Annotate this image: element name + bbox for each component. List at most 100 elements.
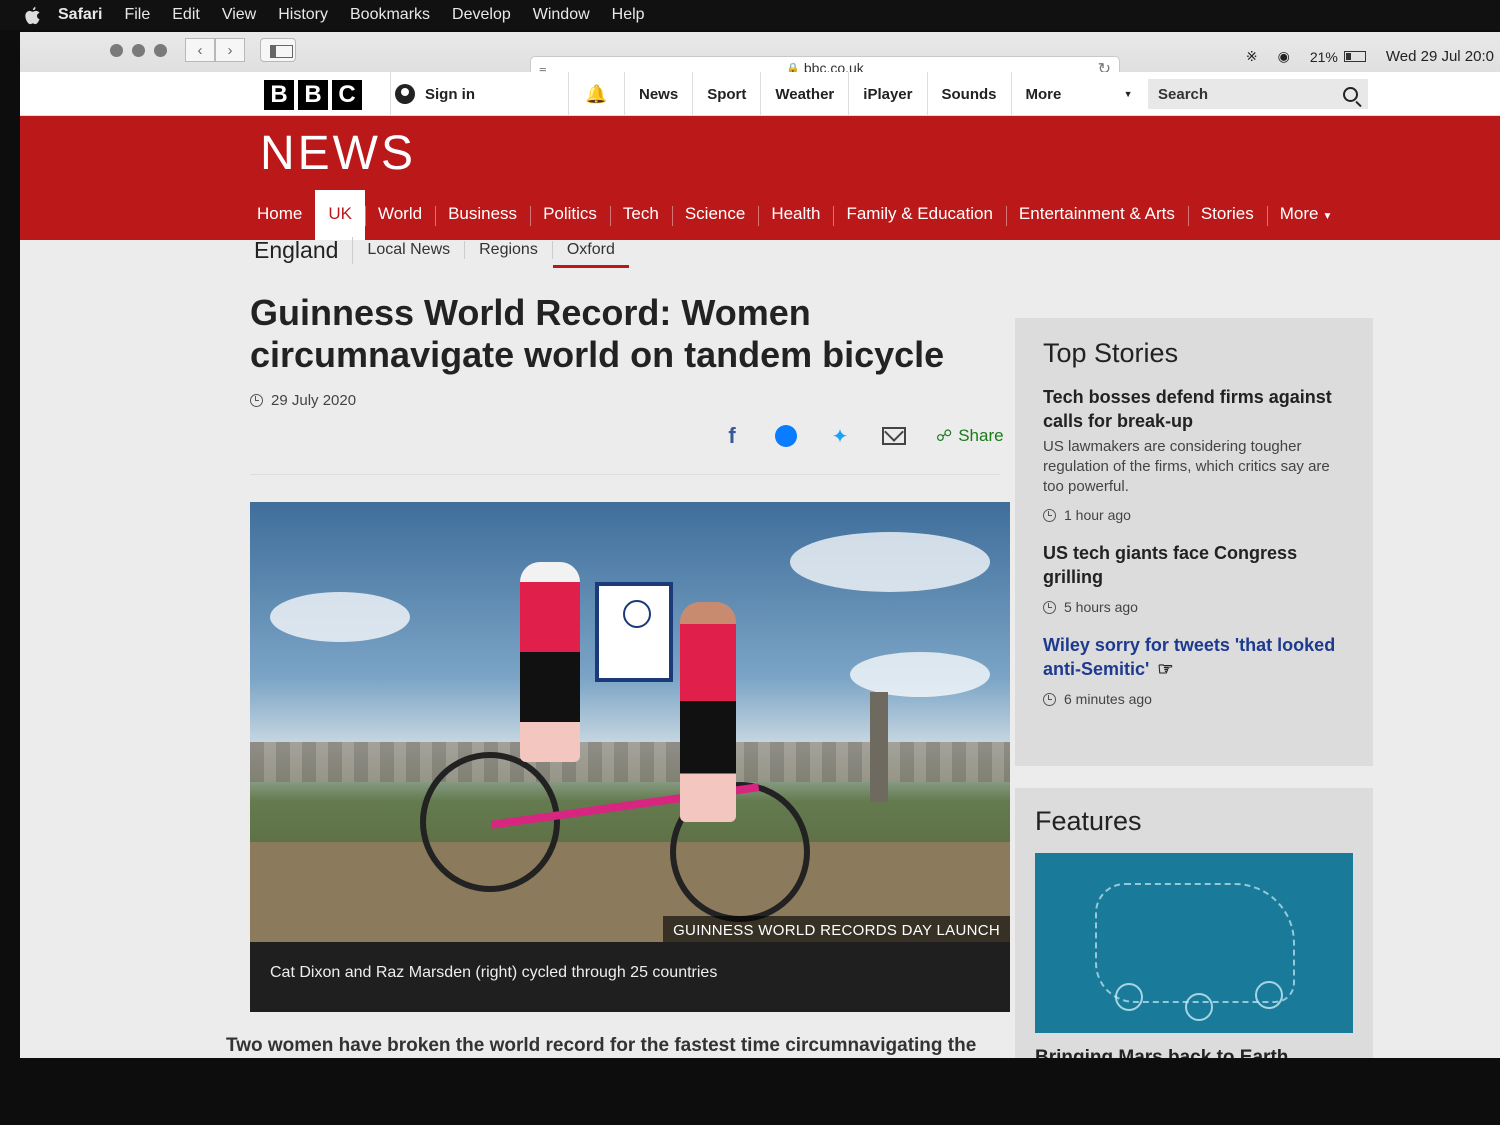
story-time: 6 minutes ago: [1043, 691, 1345, 707]
sign-in-link[interactable]: Sign in: [390, 72, 570, 116]
features-panel: Features Bringing Mars back to Earth: [1015, 788, 1373, 1058]
battery-percent[interactable]: 21%: [1310, 49, 1366, 65]
chevron-down-icon: ▼: [1322, 211, 1333, 222]
story-time: 1 hour ago: [1043, 507, 1345, 523]
story-title-hovered[interactable]: Wiley sorry for tweets 'that looked anti…: [1043, 633, 1345, 681]
bbc-logo[interactable]: B B C: [264, 80, 362, 110]
subnav-oxford[interactable]: Oxford: [552, 241, 629, 268]
forward-icon[interactable]: ›: [215, 38, 245, 62]
history-nav: ‹ ›: [185, 38, 245, 62]
nav-news[interactable]: News: [624, 72, 692, 116]
article-photo[interactable]: GUINNESS WORLD RECORDS DAY LAUNCH: [250, 502, 1010, 942]
email-icon: [882, 427, 906, 445]
subnav-local-news[interactable]: Local News: [353, 241, 466, 259]
story-summary: US lawmakers are considering tougher reg…: [1043, 438, 1330, 495]
nav-more-label: More: [1025, 85, 1062, 103]
wifi-icon[interactable]: ◉: [1278, 48, 1290, 65]
subnav-regions[interactable]: Regions: [465, 241, 553, 259]
email-icon-wrap[interactable]: [882, 424, 906, 448]
nav-weather[interactable]: Weather: [760, 72, 848, 116]
menu-help[interactable]: Help: [612, 6, 645, 24]
apple-icon[interactable]: [20, 5, 44, 25]
search-icon[interactable]: [1343, 86, 1358, 102]
menu-view[interactable]: View: [222, 6, 256, 24]
section-health[interactable]: Health: [758, 190, 833, 240]
photo-cyclist-left: [520, 562, 580, 762]
user-icon: [395, 84, 415, 104]
menu-edit[interactable]: Edit: [172, 6, 200, 24]
clock-icon: [250, 394, 263, 407]
top-story[interactable]: Tech bosses defend firms against calls f…: [1043, 385, 1345, 523]
bbc-logo-letter: B: [298, 80, 328, 110]
top-stories-title: Top Stories: [1043, 338, 1179, 368]
menu-window[interactable]: Window: [533, 6, 590, 24]
news-logo[interactable]: NEWS: [260, 126, 416, 181]
bluetooth-icon[interactable]: ※: [1246, 48, 1258, 65]
section-science[interactable]: Science: [671, 190, 758, 240]
clock-icon: [1043, 508, 1056, 522]
close-window-button[interactable]: [110, 44, 123, 57]
bell-icon[interactable]: 🔔: [568, 72, 624, 116]
story-title-text: Wiley sorry for tweets 'that looked anti…: [1043, 635, 1336, 679]
share-button[interactable]: ☍ Share: [936, 426, 1004, 446]
hand-cursor-icon: ☞: [1157, 659, 1174, 679]
section-more-label: More: [1279, 204, 1319, 223]
feature-title[interactable]: Bringing Mars back to Earth: [1035, 1047, 1353, 1058]
section-stories[interactable]: Stories: [1187, 190, 1267, 240]
clock-datetime[interactable]: Wed 29 Jul 20:0: [1386, 48, 1494, 65]
image-caption: Cat Dixon and Raz Marsden (right) cycled…: [250, 942, 1010, 1012]
top-story[interactable]: Wiley sorry for tweets 'that looked anti…: [1043, 633, 1345, 707]
article-intro: Two women have broken the world record f…: [226, 1035, 977, 1056]
story-time-text: 1 hour ago: [1064, 507, 1131, 523]
window-controls: [110, 44, 167, 57]
menu-bookmarks[interactable]: Bookmarks: [350, 6, 430, 24]
messenger-icon-wrap[interactable]: [774, 424, 798, 448]
menu-develop[interactable]: Develop: [452, 6, 511, 24]
section-more[interactable]: More ▼: [1266, 190, 1346, 240]
story-time: 5 hours ago: [1043, 599, 1345, 615]
nav-sport[interactable]: Sport: [692, 72, 760, 116]
image-credit: GUINNESS WORLD RECORDS DAY LAUNCH: [663, 916, 1010, 942]
menu-history[interactable]: History: [278, 6, 328, 24]
bbc-masthead: B B C Sign in 🔔 News Sport Weather iPlay…: [20, 72, 1500, 116]
photo-chimney: [870, 692, 888, 802]
top-stories-panel: Top Stories Tech bosses defend firms aga…: [1015, 318, 1373, 766]
section-entertainment-arts[interactable]: Entertainment & Arts: [1005, 190, 1188, 240]
clock-icon: [1043, 600, 1056, 614]
nav-iplayer[interactable]: iPlayer: [848, 72, 926, 116]
story-title[interactable]: US tech giants face Congress grilling: [1043, 541, 1345, 589]
features-title: Features: [1035, 806, 1142, 836]
nav-sounds[interactable]: Sounds: [926, 72, 1011, 116]
macos-menu-bar: Safari File Edit View History Bookmarks …: [0, 0, 1500, 30]
top-story[interactable]: US tech giants face Congress grilling 5 …: [1043, 541, 1345, 615]
share-tools: f ✦ ☍ Share: [720, 423, 1004, 448]
zoom-window-button[interactable]: [154, 44, 167, 57]
bbc-top-nav: News Sport Weather iPlayer Sounds More ▼: [624, 72, 1147, 116]
story-title[interactable]: Tech bosses defend firms against calls f…: [1043, 385, 1345, 433]
nav-more[interactable]: More ▼: [1010, 72, 1147, 116]
regional-subnav: England Local News Regions Oxford: [254, 230, 629, 270]
minimize-window-button[interactable]: [132, 44, 145, 57]
facebook-icon[interactable]: f: [720, 423, 744, 448]
search-input[interactable]: Search: [1148, 79, 1368, 109]
feature-image[interactable]: [1035, 853, 1353, 1033]
region-title[interactable]: England: [254, 236, 354, 264]
article-date: 29 July 2020: [250, 392, 1000, 409]
photo-cloud: [790, 532, 990, 592]
sidebar-icon[interactable]: [260, 38, 296, 62]
menu-file[interactable]: File: [124, 6, 150, 24]
photo-cloud: [850, 652, 990, 697]
photo-stone-wall: [250, 742, 1010, 782]
messenger-icon: [775, 425, 797, 447]
menu-app-safari[interactable]: Safari: [58, 6, 102, 24]
photo-cyclist-right: [680, 602, 736, 822]
back-icon[interactable]: ‹: [185, 38, 215, 62]
twitter-icon[interactable]: ✦: [828, 424, 852, 448]
bbc-logo-letter: B: [264, 80, 294, 110]
article-date-text: 29 July 2020: [271, 392, 357, 409]
chevron-down-icon: ▼: [1123, 89, 1133, 99]
feature-rover-wheel: [1115, 983, 1143, 1011]
photo-certificate: [595, 582, 673, 682]
news-banner: NEWS Home UK World Business Politics Tec…: [20, 116, 1500, 240]
section-family-education[interactable]: Family & Education: [833, 190, 1005, 240]
